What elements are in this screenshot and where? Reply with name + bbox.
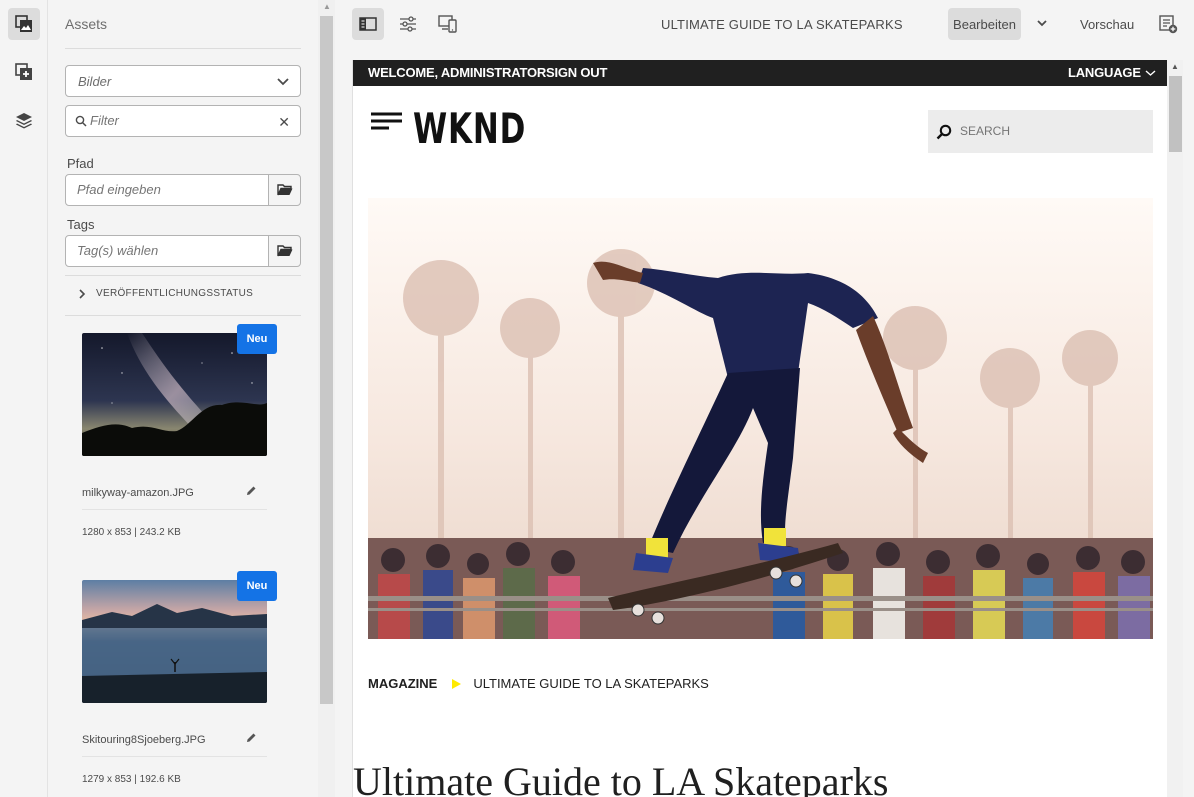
breadcrumb-arrow-icon — [452, 678, 462, 689]
page-preview-frame: WELCOME, ADMINISTRATOR SIGN OUT LANGUAGE… — [352, 60, 1183, 797]
scroll-up-arrow-icon[interactable]: ▲ — [1171, 62, 1179, 71]
panel-title: Assets — [65, 16, 108, 32]
new-badge: Neu — [237, 324, 277, 354]
path-field — [65, 174, 269, 206]
asset-name: milkyway-amazon.JPG — [82, 487, 194, 499]
search-icon — [936, 124, 952, 140]
breadcrumb-item[interactable]: MAGAZINE — [368, 676, 437, 691]
welcome-text: WELCOME, ADMINISTRATOR — [368, 65, 547, 80]
site-logo[interactable]: WKND — [413, 104, 526, 153]
divider — [65, 48, 301, 49]
edit-pencil-icon[interactable] — [246, 485, 257, 496]
asset-type-value: Bilder — [78, 74, 112, 89]
path-input[interactable] — [77, 182, 257, 197]
asset-dimensions-size: 1280 x 853 | 243.2 KB — [82, 527, 181, 538]
sign-out-link[interactable]: SIGN OUT — [546, 65, 607, 80]
add-component-icon — [15, 63, 32, 80]
edit-mode-button[interactable]: Bearbeiten — [948, 8, 1021, 40]
chevron-down-icon — [277, 78, 289, 86]
folder-open-icon — [276, 245, 292, 257]
publication-status-label: VERÖFFENTLICHUNGSSTATUS — [96, 288, 254, 299]
new-badge: Neu — [237, 571, 277, 601]
chevron-right-icon — [79, 288, 86, 299]
search-icon — [75, 115, 87, 127]
filter-field: ✕ — [65, 105, 301, 137]
toggle-side-panel-button[interactable] — [352, 8, 384, 40]
hamburger-menu-icon[interactable] — [371, 112, 402, 134]
skateboarder-hero-image — [368, 198, 1153, 639]
publication-status-toggle[interactable]: VERÖFFENTLICHUNGSSTATUS — [78, 288, 253, 299]
asset-dimensions-size: 1279 x 853 | 192.6 KB — [82, 774, 181, 785]
site-search — [928, 110, 1153, 153]
tags-field — [65, 235, 269, 267]
divider — [82, 756, 267, 757]
chevron-down-icon — [1145, 69, 1156, 76]
scroll-up-arrow-icon[interactable]: ▲ — [323, 2, 331, 11]
editor-toolbar: ULTIMATE GUIDE TO LA SKATEPARKS Bearbeit… — [335, 0, 1194, 48]
asset-card[interactable]: Neu milkyway-amazon.JPG 1280 x 853 | 243… — [82, 324, 277, 538]
aem-page-editor: Assets Bilder ✕ Pfad Tags VERÖFFENTLIC — [0, 0, 1194, 797]
page-frame-scrollbar[interactable]: ▲ — [1167, 60, 1183, 797]
edit-pencil-icon[interactable] — [246, 732, 257, 743]
tags-input[interactable] — [77, 243, 257, 258]
side-rail — [0, 0, 48, 797]
layers-icon — [16, 113, 32, 129]
language-label: LANGUAGE — [1068, 65, 1141, 80]
image-gallery-icon — [15, 15, 32, 32]
asset-card[interactable]: Neu Skitouring8Sjoeberg.JPG 1279 x 853 |… — [82, 571, 277, 785]
side-panel-icon — [359, 17, 377, 31]
emulator-button[interactable] — [432, 8, 464, 40]
asset-finder-panel: Assets Bilder ✕ Pfad Tags VERÖFFENTLIC — [48, 0, 318, 797]
divider — [82, 509, 267, 510]
scrollbar-thumb[interactable] — [1169, 76, 1182, 152]
page-title: ULTIMATE GUIDE TO LA SKATEPARKS — [661, 17, 903, 32]
page-information-icon[interactable] — [1158, 14, 1178, 34]
chevron-down-icon[interactable] — [1035, 16, 1049, 30]
sliders-icon — [400, 16, 416, 32]
tags-label: Tags — [67, 217, 95, 232]
path-browse-button[interactable] — [268, 174, 301, 206]
divider — [65, 275, 301, 276]
content-tree-rail-button[interactable] — [8, 104, 40, 136]
scrollbar-thumb[interactable] — [320, 16, 333, 704]
preview-button[interactable]: Vorschau — [1080, 17, 1134, 32]
asset-type-select[interactable]: Bilder — [65, 65, 301, 97]
asset-name: Skitouring8Sjoeberg.JPG — [82, 734, 206, 746]
folder-open-icon — [276, 184, 292, 196]
article-heading: Ultimate Guide to LA Skateparks — [353, 759, 889, 797]
site-top-bar: WELCOME, ADMINISTRATOR SIGN OUT LANGUAGE — [353, 60, 1167, 86]
components-rail-button[interactable] — [8, 56, 40, 88]
clear-filter-icon[interactable]: ✕ — [278, 114, 290, 131]
site-search-input[interactable] — [960, 124, 1140, 138]
devices-icon — [438, 15, 457, 33]
breadcrumb-item: ULTIMATE GUIDE TO LA SKATEPARKS — [473, 676, 709, 691]
hero-image — [368, 198, 1153, 639]
breadcrumb: MAGAZINE ULTIMATE GUIDE TO LA SKATEPARKS — [368, 676, 709, 691]
path-label: Pfad — [67, 156, 94, 171]
tags-browse-button[interactable] — [268, 235, 301, 267]
language-selector[interactable]: LANGUAGE — [1068, 65, 1156, 80]
panel-scrollbar[interactable]: ▲ — [318, 0, 335, 797]
asset-list: Neu milkyway-amazon.JPG 1280 x 853 | 243… — [65, 316, 301, 797]
assets-rail-button[interactable] — [8, 8, 40, 40]
filter-input[interactable] — [90, 113, 270, 128]
page-properties-button[interactable] — [392, 8, 424, 40]
